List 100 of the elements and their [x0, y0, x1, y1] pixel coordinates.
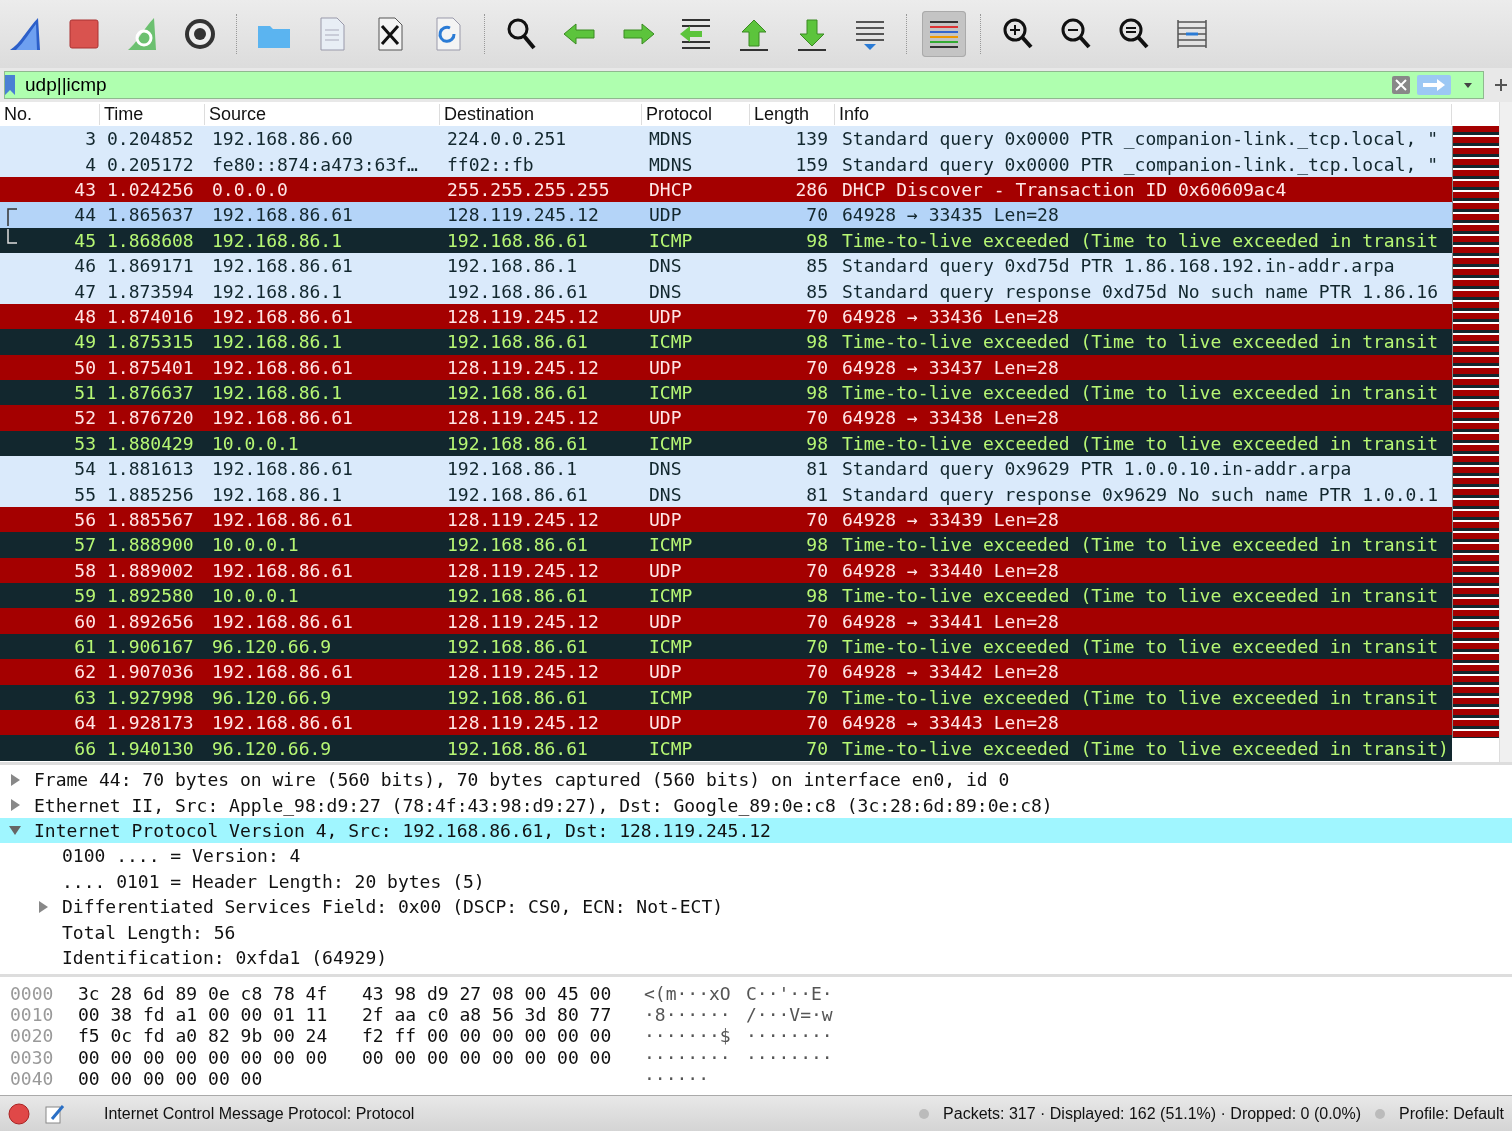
pencil-icon[interactable] — [44, 1102, 66, 1125]
table-cell-text: DNS — [648, 255, 683, 277]
table-cell-text: 64928 → 33440 Len=28 — [841, 559, 1060, 581]
table-cell-text: 64928 → 33437 Len=28 — [841, 356, 1060, 378]
column-header[interactable]: Protocol — [642, 103, 750, 125]
table-cell: 49 — [74, 331, 96, 353]
packet-row[interactable]: 51 1.876637 192.168.86.1 192.168.86.61 ICMP 98 Time-to-live exceeded (Time to live exceeded in transit — [0, 379, 1452, 406]
table-cell: 66 — [74, 737, 96, 759]
hex-bytes: 00 00 00 00 00 00 00 00 — [77, 1046, 329, 1068]
detail-tree-item[interactable]: Identification: 0xfda1 (64929) — [0, 944, 1512, 971]
detail-tree-item[interactable]: Total Length: 56 — [0, 919, 1512, 945]
table-cell: 57 — [74, 534, 96, 556]
table-cell-text: 192.168.86.61 — [211, 509, 354, 531]
table-cell-text: Time-to-live exceeded (Time to live exceeded in transit — [841, 229, 1440, 251]
add-icon[interactable] — [1494, 78, 1508, 92]
packet-row[interactable]: 52 1.876720 192.168.86.61 128.119.245.12 UDP 70 64928 → 33438 Len=28 — [0, 405, 1452, 431]
packet-row[interactable]: 61 1.906167 96.120.66.9 192.168.86.61 ICMP 70 Time-to-live exceeded (Time to live exceeded in transit — [0, 633, 1452, 660]
packet-row[interactable]: 64 1.928173 192.168.86.61 128.119.245.12 UDP 70 64928 → 33443 Len=28 — [0, 710, 1452, 736]
table-cell-text: 96.120.66.9 — [211, 686, 333, 708]
table-cell-text: 98 — [805, 382, 829, 404]
detail-tree-item[interactable]: .... 0101 = Header Length: 20 bytes (5) — [0, 868, 1512, 894]
packet-row[interactable]: 50 1.875401 192.168.86.61 128.119.245.12 UDP 70 64928 → 33437 Len=28 — [0, 354, 1452, 380]
expand-arrow-icon[interactable] — [36, 899, 50, 914]
table-cell-text: ff02::fb — [446, 153, 535, 175]
table-cell-text: 192.168.86.61 — [211, 255, 354, 277]
table-cell-text: 64928 → 33436 Len=28 — [841, 305, 1060, 327]
detail-tree-item[interactable]: Ethernet II, Src: Apple_98:d9:27 (78:4f:43:98:d9:27), Dst: Google_89:0e:c8 (3c:28:6d:89:0e:c8) — [0, 792, 1512, 818]
hex-bytes: 2f aa c0 a8 56 3d 80 77 — [362, 1004, 613, 1026]
status-dot-icon — [919, 1108, 930, 1119]
table-cell-text: ICMP — [648, 331, 694, 353]
table-cell-text: ICMP — [648, 686, 694, 708]
table-cell-text: Time-to-live exceeded (Time to live exceeded in transit — [841, 382, 1440, 404]
table-cell-text: 192.168.86.61 — [446, 382, 589, 404]
detail-tree-item[interactable]: 0100 .... = Version: 4 — [0, 843, 1512, 869]
packet-row[interactable]: 55 1.885256 192.168.86.1 192.168.86.61 DNS 81 Standard query response 0x9629 No such name PTR 1.0.0.1 — [0, 481, 1452, 507]
packet-row[interactable]: 53 1.880429 10.0.0.1 192.168.86.61 ICMP 98 Time-to-live exceeded (Time to live exceeded in transit — [0, 430, 1452, 457]
column-header[interactable]: Info — [835, 103, 1452, 125]
packet-map-drawing[interactable] — [1452, 126, 1499, 738]
packet-row[interactable]: 43 1.024256 0.0.0.0 255.255.255.255 DHCP 286 DHCP Discover - Transaction ID 0x60609ac4 — [0, 176, 1452, 203]
profile-label[interactable]: Profile: Default — [1399, 1104, 1504, 1123]
column-header[interactable]: Time — [100, 103, 205, 125]
expert-info-icon[interactable] — [8, 1102, 30, 1125]
column-header[interactable]: Source — [205, 103, 440, 125]
column-header[interactable]: Length — [750, 103, 835, 125]
expand-arrow-icon[interactable] — [8, 772, 22, 787]
table-cell-text: 70 — [805, 636, 829, 657]
packet-row[interactable]: 58 1.889002 192.168.86.61 128.119.245.12 UDP 70 64928 → 33440 Len=28 — [0, 557, 1452, 584]
clear-icon[interactable] — [1391, 75, 1411, 95]
table-cell-text: 286 — [794, 178, 829, 200]
table-cell: 48 — [74, 305, 96, 327]
ascii-text: C··'··E· — [746, 983, 834, 1005]
packet-row[interactable]: 46 1.869171 192.168.86.61 192.168.86.1 DNS 85 Standard query 0xd75d PTR 1.86.168.192.in-addr.arpa — [0, 252, 1452, 279]
filter-bar[interactable]: udp||icmp — [4, 71, 1484, 99]
ascii-text: ········ — [746, 1025, 834, 1047]
table-cell-text: 159 — [794, 153, 829, 175]
expand-arrow-icon[interactable] — [8, 798, 22, 813]
detail-tree-item[interactable]: Frame 44: 70 bytes on wire (560 bits), 70 bytes captured (560 bits) on interface en0, id 0 — [0, 767, 1512, 793]
packet-row[interactable]: 44 1.865637 192.168.86.61 128.119.245.12 UDP 70 64928 → 33435 Len=28 — [0, 202, 1452, 228]
hex-offset: 0010 — [9, 1004, 55, 1026]
colorize-tool-button[interactable] — [922, 11, 966, 57]
packet-row[interactable]: 48 1.874016 192.168.86.61 128.119.245.12 UDP 70 64928 → 33436 Len=28 — [0, 303, 1452, 330]
table-cell-text: Standard query response 0x9629 No such name PTR 1.0.0.1 — [841, 483, 1440, 505]
table-cell-text: 64928 → 33435 Len=28 — [841, 204, 1060, 226]
table-cell-text: 0.0.0.0 — [211, 178, 289, 200]
packet-row[interactable]: 54 1.881613 192.168.86.61 192.168.86.1 DNS 81 Standard query 0x9629 PTR 1.0.0.10.in-addr.arpa — [0, 456, 1452, 482]
packet-row[interactable]: 56 1.885567 192.168.86.61 128.119.245.12 UDP 70 64928 → 33439 Len=28 — [0, 506, 1452, 533]
table-cell-text: 192.168.86.61 — [446, 280, 589, 302]
packet-row[interactable]: 57 1.888900 10.0.0.1 192.168.86.61 ICMP 98 Time-to-live exceeded (Time to live exceeded in transit — [0, 532, 1452, 558]
packet-row[interactable]: 60 1.892656 192.168.86.61 128.119.245.12 UDP 70 64928 → 33441 Len=28 — [0, 608, 1452, 634]
table-cell-text: 1.875401 — [106, 356, 195, 378]
packet-row[interactable]: 63 1.927998 96.120.66.9 192.168.86.61 ICMP 70 Time-to-live exceeded (Time to live exceeded in transit — [0, 684, 1452, 710]
table-cell-text: 192.168.86.61 — [446, 534, 589, 556]
packet-row[interactable]: 66 1.940130 96.120.66.9 192.168.86.61 ICMP 70 Time-to-live exceeded (Time to live exceeded in transit) — [0, 735, 1452, 761]
column-header[interactable]: No. — [0, 103, 100, 125]
hex-bytes: f5 0c fd a0 82 9b 00 24 — [77, 1025, 329, 1047]
detail-tree-item[interactable]: Differentiated Services Field: 0x00 (DSCP: CS0, ECN: Not-ECT) — [0, 893, 1512, 920]
packet-row[interactable]: 45 1.868608 192.168.86.1 192.168.86.61 ICMP 98 Time-to-live exceeded (Time to live exceeded in transit — [0, 227, 1452, 253]
table-cell-text: Time-to-live exceeded (Time to live exceeded in transit — [841, 686, 1440, 708]
hex-offset: 0020 — [9, 1025, 55, 1047]
detail-tree-item[interactable]: Internet Protocol Version 4, Src: 192.168.86.61, Dst: 128.119.245.12 — [0, 817, 1512, 844]
table-cell-text: 128.119.245.12 — [446, 661, 600, 683]
table-cell-text: 85 — [805, 255, 829, 277]
table-cell-text: 98 — [805, 534, 829, 556]
packet-row[interactable]: 47 1.873594 192.168.86.1 192.168.86.61 DNS 85 Standard query response 0xd75d No such name PTR 1.86.16 — [0, 278, 1452, 304]
packet-row[interactable]: 62 1.907036 192.168.86.61 128.119.245.12 UDP 70 64928 → 33442 Len=28 — [0, 659, 1452, 685]
table-cell-text: 1.892580 — [106, 585, 195, 607]
table-cell-text: UDP — [648, 305, 683, 327]
table-cell-text: Standard query 0x0000 PTR _companion-link._tcp.local, " — [841, 128, 1440, 150]
table-cell-text: UDP — [648, 559, 683, 581]
scrollbar[interactable] — [1499, 102, 1512, 762]
table-cell-text: fe80::874:a473:63f… — [211, 153, 419, 175]
packet-row[interactable]: 3 0.204852 192.168.86.60 224.0.0.251 MDNS 139 Standard query 0x0000 PTR _companion-link._tcp.local, " — [0, 126, 1452, 152]
column-header[interactable]: Destination — [440, 103, 642, 125]
packet-row[interactable]: 59 1.892580 10.0.0.1 192.168.86.61 ICMP 98 Time-to-live exceeded (Time to live exceeded in transit — [0, 583, 1452, 609]
packet-row[interactable]: 49 1.875315 192.168.86.1 192.168.86.61 ICMP 98 Time-to-live exceeded (Time to live exceeded in transit — [0, 329, 1452, 355]
bookmark-icon[interactable] — [5, 75, 15, 95]
packet-row[interactable]: 4 0.205172 fe80::874:a473:63f… ff02::fb MDNS 159 Standard query 0x0000 PTR _companion-link._tcp.local, " — [0, 151, 1452, 177]
table-cell-text: 192.168.86.1 — [211, 483, 344, 505]
table-cell-text: 224.0.0.251 — [446, 128, 568, 150]
table-cell-text: Standard query response 0xd75d No such name PTR 1.86.16 — [841, 280, 1440, 302]
